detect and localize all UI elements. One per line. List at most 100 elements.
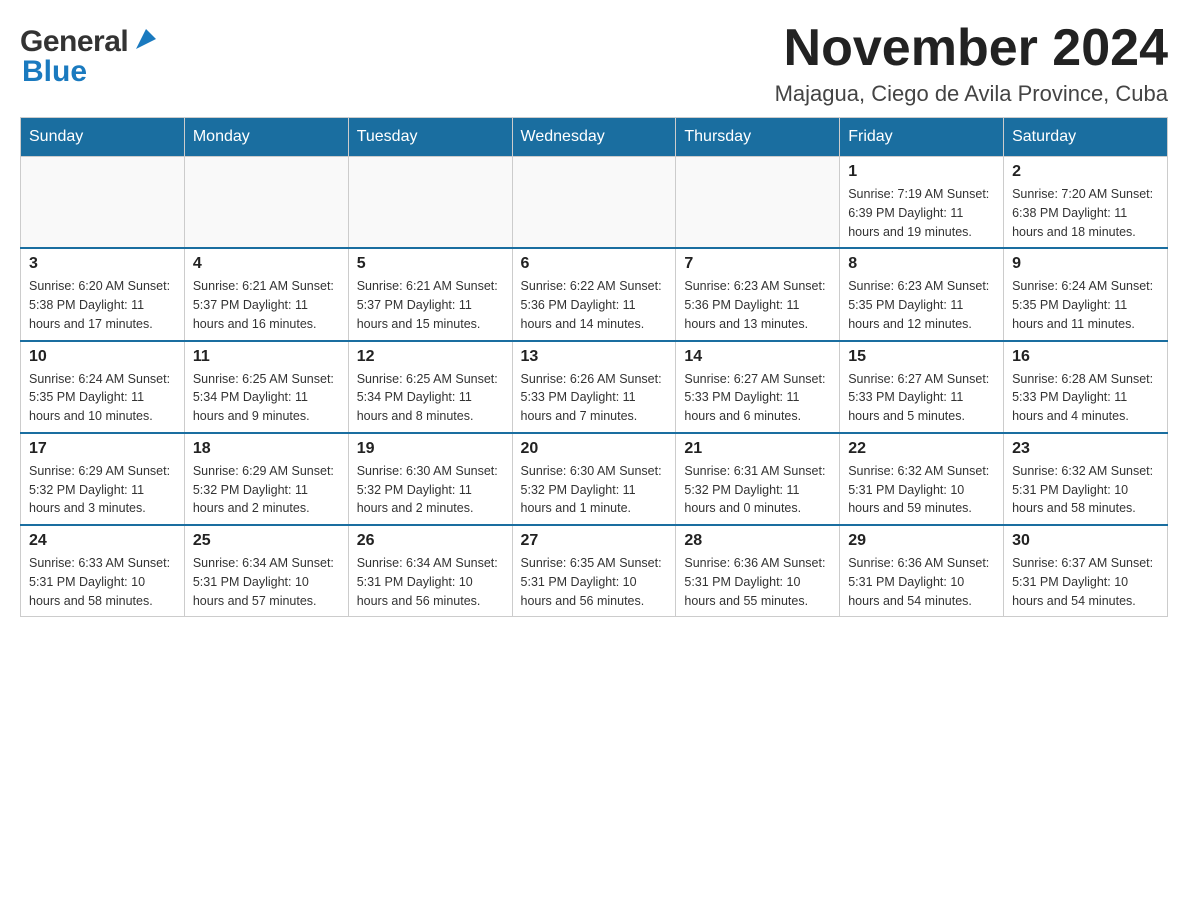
day-number: 24 <box>29 532 176 550</box>
weekday-header-monday: Monday <box>184 118 348 157</box>
day-info: Sunrise: 6:28 AM Sunset: 5:33 PM Dayligh… <box>1012 370 1159 426</box>
calendar-table: SundayMondayTuesdayWednesdayThursdayFrid… <box>20 117 1168 617</box>
calendar-day-cell <box>348 157 512 249</box>
weekday-header-wednesday: Wednesday <box>512 118 676 157</box>
day-info: Sunrise: 6:21 AM Sunset: 5:37 PM Dayligh… <box>193 277 340 333</box>
day-info: Sunrise: 6:26 AM Sunset: 5:33 PM Dayligh… <box>521 370 668 426</box>
day-number: 19 <box>357 440 504 458</box>
day-number: 4 <box>193 255 340 273</box>
day-info: Sunrise: 6:20 AM Sunset: 5:38 PM Dayligh… <box>29 277 176 333</box>
calendar-day-cell: 24 Sunrise: 6:33 AM Sunset: 5:31 PM Dayli… <box>21 525 185 617</box>
day-info: Sunrise: 6:36 AM Sunset: 5:31 PM Dayligh… <box>684 554 831 610</box>
day-number: 2 <box>1012 163 1159 181</box>
weekday-header-row: SundayMondayTuesdayWednesdayThursdayFrid… <box>21 118 1168 157</box>
day-number: 14 <box>684 348 831 366</box>
day-number: 15 <box>848 348 995 366</box>
day-info: Sunrise: 6:25 AM Sunset: 5:34 PM Dayligh… <box>357 370 504 426</box>
calendar-week-row: 1Sunrise: 7:19 AM Sunset: 6:39 PM Daylig… <box>21 157 1168 249</box>
calendar-day-cell: 15 Sunrise: 6:27 AM Sunset: 5:33 PM Dayli… <box>840 341 1004 433</box>
day-info: Sunrise: 6:24 AM Sunset: 5:35 PM Dayligh… <box>29 370 176 426</box>
calendar-day-cell: 30 Sunrise: 6:37 AM Sunset: 5:31 PM Dayli… <box>1004 525 1168 617</box>
calendar-week-row: 3 Sunrise: 6:20 AM Sunset: 5:38 PM Daylig… <box>21 248 1168 340</box>
day-number: 1 <box>848 163 995 181</box>
page-header: General Blue November 2024 Majagua, Cieg… <box>20 20 1168 107</box>
title-block: November 2024 Majagua, Ciego de Avila Pr… <box>775 20 1168 107</box>
day-info: Sunrise: 6:22 AM Sunset: 5:36 PM Dayligh… <box>521 277 668 333</box>
weekday-header-friday: Friday <box>840 118 1004 157</box>
day-number: 20 <box>521 440 668 458</box>
day-info: Sunrise: 6:34 AM Sunset: 5:31 PM Dayligh… <box>357 554 504 610</box>
day-info: Sunrise: 6:32 AM Sunset: 5:31 PM Dayligh… <box>1012 462 1159 518</box>
day-info: Sunrise: 6:25 AM Sunset: 5:34 PM Dayligh… <box>193 370 340 426</box>
day-info: Sunrise: 6:29 AM Sunset: 5:32 PM Dayligh… <box>29 462 176 518</box>
calendar-day-cell: 22Sunrise: 6:32 AM Sunset: 5:31 PM Dayli… <box>840 433 1004 525</box>
weekday-header-thursday: Thursday <box>676 118 840 157</box>
day-info: Sunrise: 6:34 AM Sunset: 5:31 PM Dayligh… <box>193 554 340 610</box>
logo-general-text: General <box>20 25 128 59</box>
calendar-day-cell: 20Sunrise: 6:30 AM Sunset: 5:32 PM Dayli… <box>512 433 676 525</box>
calendar-day-cell: 7 Sunrise: 6:23 AM Sunset: 5:36 PM Daylig… <box>676 248 840 340</box>
day-number: 11 <box>193 348 340 366</box>
day-number: 23 <box>1012 440 1159 458</box>
day-info: Sunrise: 6:36 AM Sunset: 5:31 PM Dayligh… <box>848 554 995 610</box>
calendar-day-cell: 2 Sunrise: 7:20 AM Sunset: 6:38 PM Daylig… <box>1004 157 1168 249</box>
day-info: Sunrise: 6:21 AM Sunset: 5:37 PM Dayligh… <box>357 277 504 333</box>
logo-triangle-icon <box>132 25 160 53</box>
calendar-day-cell: 8 Sunrise: 6:23 AM Sunset: 5:35 PM Daylig… <box>840 248 1004 340</box>
day-number: 29 <box>848 532 995 550</box>
day-number: 30 <box>1012 532 1159 550</box>
calendar-day-cell <box>676 157 840 249</box>
calendar-day-cell: 19 Sunrise: 6:30 AM Sunset: 5:32 PM Dayli… <box>348 433 512 525</box>
weekday-header-sunday: Sunday <box>21 118 185 157</box>
day-number: 3 <box>29 255 176 273</box>
calendar-week-row: 24 Sunrise: 6:33 AM Sunset: 5:31 PM Dayli… <box>21 525 1168 617</box>
calendar-day-cell: 3 Sunrise: 6:20 AM Sunset: 5:38 PM Daylig… <box>21 248 185 340</box>
day-number: 28 <box>684 532 831 550</box>
day-number: 9 <box>1012 255 1159 273</box>
calendar-day-cell: 21Sunrise: 6:31 AM Sunset: 5:32 PM Dayli… <box>676 433 840 525</box>
day-number: 7 <box>684 255 831 273</box>
day-number: 21 <box>684 440 831 458</box>
calendar-day-cell <box>512 157 676 249</box>
calendar-day-cell: 11 Sunrise: 6:25 AM Sunset: 5:34 PM Dayli… <box>184 341 348 433</box>
calendar-day-cell: 16Sunrise: 6:28 AM Sunset: 5:33 PM Dayli… <box>1004 341 1168 433</box>
day-number: 17 <box>29 440 176 458</box>
calendar-week-row: 10 Sunrise: 6:24 AM Sunset: 5:35 PM Dayli… <box>21 341 1168 433</box>
day-info: Sunrise: 6:30 AM Sunset: 5:32 PM Dayligh… <box>357 462 504 518</box>
calendar-day-cell: 28 Sunrise: 6:36 AM Sunset: 5:31 PM Dayli… <box>676 525 840 617</box>
calendar-day-cell: 1Sunrise: 7:19 AM Sunset: 6:39 PM Daylig… <box>840 157 1004 249</box>
day-info: Sunrise: 6:32 AM Sunset: 5:31 PM Dayligh… <box>848 462 995 518</box>
day-info: Sunrise: 7:20 AM Sunset: 6:38 PM Dayligh… <box>1012 185 1159 241</box>
calendar-day-cell: 27Sunrise: 6:35 AM Sunset: 5:31 PM Dayli… <box>512 525 676 617</box>
calendar-day-cell: 5Sunrise: 6:21 AM Sunset: 5:37 PM Daylig… <box>348 248 512 340</box>
calendar-day-cell: 9Sunrise: 6:24 AM Sunset: 5:35 PM Daylig… <box>1004 248 1168 340</box>
day-number: 8 <box>848 255 995 273</box>
day-info: Sunrise: 6:37 AM Sunset: 5:31 PM Dayligh… <box>1012 554 1159 610</box>
calendar-day-cell: 23 Sunrise: 6:32 AM Sunset: 5:31 PM Dayli… <box>1004 433 1168 525</box>
day-info: Sunrise: 6:27 AM Sunset: 5:33 PM Dayligh… <box>848 370 995 426</box>
weekday-header-tuesday: Tuesday <box>348 118 512 157</box>
location-title: Majagua, Ciego de Avila Province, Cuba <box>775 81 1168 107</box>
day-number: 13 <box>521 348 668 366</box>
calendar-day-cell: 25 Sunrise: 6:34 AM Sunset: 5:31 PM Dayli… <box>184 525 348 617</box>
calendar-day-cell: 10 Sunrise: 6:24 AM Sunset: 5:35 PM Dayli… <box>21 341 185 433</box>
day-info: Sunrise: 6:23 AM Sunset: 5:36 PM Dayligh… <box>684 277 831 333</box>
calendar-day-cell: 13 Sunrise: 6:26 AM Sunset: 5:33 PM Dayli… <box>512 341 676 433</box>
day-number: 6 <box>521 255 668 273</box>
calendar-day-cell: 14 Sunrise: 6:27 AM Sunset: 5:33 PM Dayli… <box>676 341 840 433</box>
logo: General Blue <box>20 20 160 89</box>
calendar-day-cell: 18Sunrise: 6:29 AM Sunset: 5:32 PM Dayli… <box>184 433 348 525</box>
calendar-day-cell: 29 Sunrise: 6:36 AM Sunset: 5:31 PM Dayli… <box>840 525 1004 617</box>
day-info: Sunrise: 6:23 AM Sunset: 5:35 PM Dayligh… <box>848 277 995 333</box>
day-info: Sunrise: 6:33 AM Sunset: 5:31 PM Dayligh… <box>29 554 176 610</box>
calendar-day-cell: 17 Sunrise: 6:29 AM Sunset: 5:32 PM Dayli… <box>21 433 185 525</box>
logo-blue-text: Blue <box>22 55 87 88</box>
day-info: Sunrise: 6:35 AM Sunset: 5:31 PM Dayligh… <box>521 554 668 610</box>
day-number: 12 <box>357 348 504 366</box>
calendar-day-cell: 26Sunrise: 6:34 AM Sunset: 5:31 PM Dayli… <box>348 525 512 617</box>
day-number: 18 <box>193 440 340 458</box>
day-info: Sunrise: 6:27 AM Sunset: 5:33 PM Dayligh… <box>684 370 831 426</box>
day-number: 10 <box>29 348 176 366</box>
calendar-day-cell: 12 Sunrise: 6:25 AM Sunset: 5:34 PM Dayli… <box>348 341 512 433</box>
day-number: 25 <box>193 532 340 550</box>
